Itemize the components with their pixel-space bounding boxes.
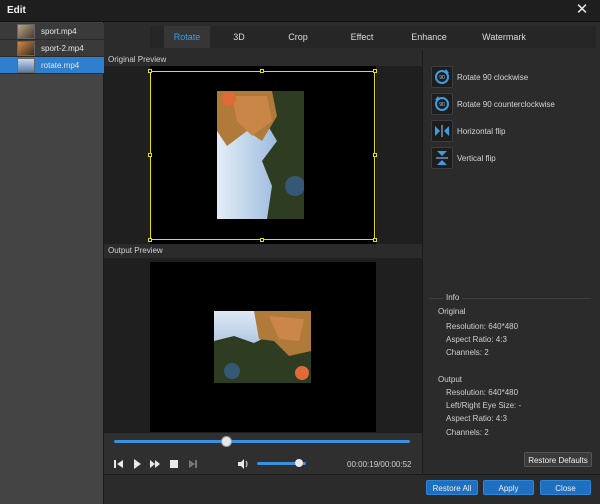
volume-handle[interactable] [295,459,303,467]
crop-handle-bottom-left[interactable] [148,238,152,242]
file-name: rotate.mp4 [41,61,80,70]
stop-icon[interactable] [167,458,181,470]
tab-crop[interactable]: Crop [278,26,318,48]
window-title: Edit [7,5,26,16]
tab-effect[interactable]: Effect [340,26,384,48]
rotate-counterclockwise-action[interactable]: 90 Rotate 90 counterclockwise [431,93,600,115]
tab-bar: Rotate 3D Crop Effect Enhance Watermark [150,26,596,48]
output-heading: Output [438,375,463,384]
crop-handle-bottom-right[interactable] [373,238,377,242]
crop-handle-top-left[interactable] [148,69,152,73]
video-thumbnail [17,24,35,39]
next-frame-icon[interactable] [186,458,200,470]
file-name: sport-2.mp4 [41,44,84,53]
file-list: sport.mp4 sport-2.mp4 rotate.mp4 [0,22,104,504]
playback-controls: 00:00:19/00:00:52 [104,432,422,474]
vertical-flip-icon [436,151,448,165]
time-display: 00:00:19/00:00:52 [347,460,412,469]
svg-text:90: 90 [439,75,445,81]
play-icon[interactable] [130,458,144,470]
fast-forward-icon[interactable] [148,458,162,470]
output-eye-size: Left/Right Eye Size: - [446,401,522,410]
apply-button[interactable]: Apply [483,480,534,495]
seek-handle[interactable] [221,436,232,447]
action-label: Horizontal flip [457,127,506,136]
output-preview-label: Output Preview [108,246,163,255]
tab-3d[interactable]: 3D [224,26,254,48]
output-channels: Channels: 2 [446,428,489,437]
close-button[interactable]: Close [540,480,591,495]
horizontal-flip-icon [435,125,449,137]
original-preview-label: Original Preview [108,55,167,64]
action-label: Rotate 90 clockwise [457,73,529,82]
close-icon[interactable]: ✕ [574,2,590,18]
info-title: Info [443,293,463,302]
original-channels: Channels: 2 [446,348,489,357]
action-label: Vertical flip [457,154,496,163]
tab-enhance[interactable]: Enhance [404,26,454,48]
rotate-ccw-icon: 90 [435,96,449,111]
rotate-cw-icon: 90 [435,69,449,84]
video-thumbnail [17,58,35,73]
file-item-sport-2[interactable]: sport-2.mp4 [0,40,104,57]
original-heading: Original [438,307,466,316]
vertical-flip-button[interactable] [431,147,453,169]
file-item-rotate[interactable]: rotate.mp4 [0,57,104,74]
crop-selection-box[interactable] [148,69,377,242]
rotate-cw-button[interactable]: 90 [431,66,453,88]
video-frame-image [214,311,311,383]
restore-defaults-button[interactable]: Restore Defaults [524,452,592,467]
output-resolution: Resolution: 640*480 [446,388,519,397]
output-aspect-ratio: Aspect Ratio: 4:3 [446,414,507,423]
file-name: sport.mp4 [41,27,77,36]
output-video-image [214,311,311,383]
svg-text:90: 90 [439,102,445,108]
restore-all-button[interactable]: Restore All [426,480,478,495]
volume-icon[interactable] [236,458,250,470]
crop-handle-right[interactable] [373,153,377,157]
video-thumbnail [17,41,35,56]
original-resolution: Resolution: 640*480 [446,322,519,331]
tab-rotate[interactable]: Rotate [164,26,210,48]
skip-back-icon[interactable] [112,458,126,470]
crop-handle-top-right[interactable] [373,69,377,73]
horizontal-flip-action[interactable]: Horizontal flip [431,120,600,142]
crop-handle-left[interactable] [148,153,152,157]
horizontal-flip-button[interactable] [431,120,453,142]
original-aspect-ratio: Aspect Ratio: 4:3 [446,335,507,344]
title-bar: Edit ✕ [0,0,600,22]
rotate-ccw-button[interactable]: 90 [431,93,453,115]
action-label: Rotate 90 counterclockwise [457,100,555,109]
seek-bar[interactable] [114,440,410,443]
crop-handle-top[interactable] [260,69,264,73]
file-item-sport[interactable]: sport.mp4 [0,23,104,40]
crop-handle-bottom[interactable] [260,238,264,242]
vertical-flip-action[interactable]: Vertical flip [431,147,600,169]
tab-watermark[interactable]: Watermark [474,26,534,48]
rotate-clockwise-action[interactable]: 90 Rotate 90 clockwise [431,66,600,88]
